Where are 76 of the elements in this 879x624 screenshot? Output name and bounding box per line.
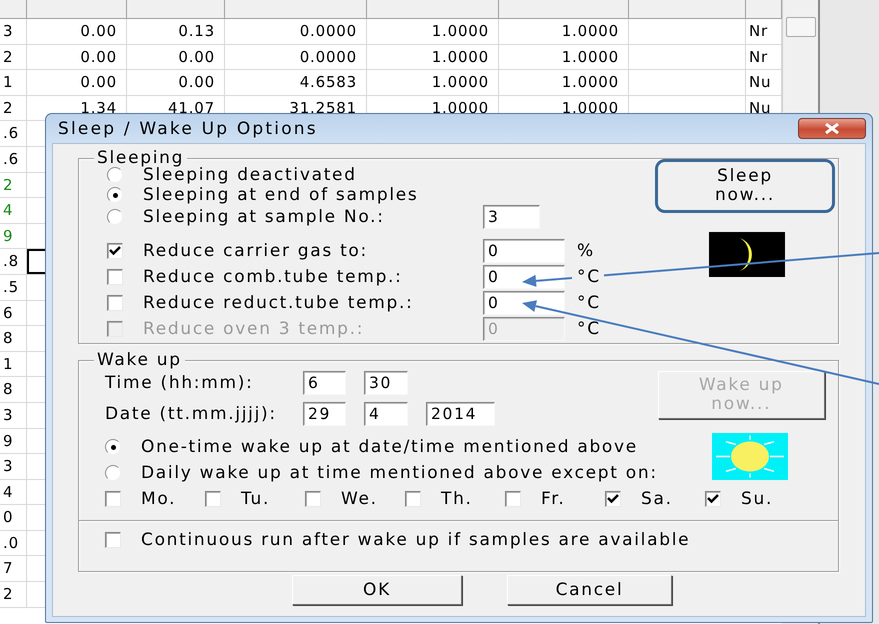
input-field[interactable]: 2014 xyxy=(426,402,495,426)
input-field[interactable]: 3 xyxy=(483,204,540,228)
table-cell: 0.13 xyxy=(127,19,225,44)
option-label: Reduce comb.tube temp.: xyxy=(143,267,403,287)
table-cell: 4.6583 xyxy=(225,70,367,95)
table-cell: 0.0000 xyxy=(225,19,367,44)
action-button[interactable]: Sleep now... xyxy=(655,159,835,213)
table-cell: 2 xyxy=(0,582,27,607)
day-label: Th. xyxy=(441,489,473,509)
table-cell: 0.00 xyxy=(27,19,127,44)
option-label: Sleeping deactivated xyxy=(143,165,357,185)
table-cell: 1 xyxy=(0,70,27,95)
day-label: Mo. xyxy=(141,489,176,509)
field-label: Time (hh:mm): xyxy=(105,373,254,393)
table-cell: 3 xyxy=(0,402,27,428)
group-label: Wake up xyxy=(94,352,185,368)
table-cell: 1.0000 xyxy=(367,44,499,70)
table-cell: 3 xyxy=(0,454,27,479)
table-cell: 4 xyxy=(0,198,27,223)
input-field[interactable]: 6 xyxy=(303,371,346,395)
table-cell: 0 xyxy=(0,505,27,530)
option-label: Sleeping at end of samples xyxy=(143,185,418,205)
table-cell: 1.0000 xyxy=(499,44,629,70)
input-field[interactable]: 30 xyxy=(364,371,408,395)
day-label: We. xyxy=(341,489,378,509)
input-field[interactable]: 0 xyxy=(483,265,565,289)
table-cell: 6 xyxy=(0,300,27,326)
table-cell: .5 xyxy=(0,274,27,300)
group-label: Sleeping xyxy=(94,150,188,166)
option-label: Sleeping at sample No.: xyxy=(143,206,385,226)
day-label: Sa. xyxy=(641,489,673,509)
table-cell: 7 xyxy=(0,556,27,582)
option-label: Reduce reduct.tube temp.: xyxy=(143,293,414,313)
day-label: Tu. xyxy=(241,489,270,509)
table-cell: 3 xyxy=(0,19,27,44)
table-cell: 1.0000 xyxy=(499,19,629,44)
table-cell: 2 xyxy=(0,172,27,198)
option-label: One-time wake up at date/time mentioned above xyxy=(141,437,638,457)
table-cell: .6 xyxy=(0,146,27,172)
table-cell: 0.00 xyxy=(27,44,127,70)
window-title: Sleep / Wake Up Options xyxy=(58,118,318,138)
table-cell: 1 xyxy=(0,352,27,376)
table-cell: 9 xyxy=(0,224,27,248)
table-cell: .0 xyxy=(0,530,27,556)
unit-label: °C xyxy=(577,319,601,339)
table-cell: 8 xyxy=(0,326,27,351)
table-cell: 4 xyxy=(0,480,27,504)
table-cell: 8 xyxy=(0,377,27,402)
unit-label: °C xyxy=(577,267,601,287)
dialog-button[interactable]: OK xyxy=(292,575,462,605)
table-cell: .8 xyxy=(0,249,27,274)
dialog-button[interactable]: Cancel xyxy=(507,575,672,605)
option-label: Continuous run after wake up if samples are available xyxy=(141,530,690,550)
table-cell: 0.00 xyxy=(127,70,225,95)
table-cell: 2 xyxy=(0,44,27,70)
input-field[interactable]: 0 xyxy=(483,239,565,263)
table-cell: 1.0000 xyxy=(499,70,629,95)
input-field[interactable]: 29 xyxy=(303,402,346,426)
option-label: Reduce carrier gas to: xyxy=(143,241,368,261)
unit-label: % xyxy=(577,241,595,261)
input-field[interactable]: 4 xyxy=(364,402,408,426)
table-cell: 1.0000 xyxy=(367,70,499,95)
unit-label: °C xyxy=(577,293,601,313)
table-cell: 9 xyxy=(0,428,27,454)
table-cell: 0.00 xyxy=(27,70,127,95)
table-cell: 0.00 xyxy=(127,44,225,70)
option-label: Reduce oven 3 temp.: xyxy=(143,319,364,339)
day-label: Fr. xyxy=(541,489,566,509)
day-label: Su. xyxy=(741,489,774,509)
option-label: Daily wake up at time mentioned above except on: xyxy=(141,463,658,483)
table-cell: 2 xyxy=(0,96,27,120)
table-cell: 1.0000 xyxy=(367,19,499,44)
input-field[interactable]: 0 xyxy=(483,291,565,315)
field-label: Date (tt.mm.jjjj): xyxy=(105,404,278,424)
table-cell: .6 xyxy=(0,121,27,146)
table-cell: 0.0000 xyxy=(225,44,367,70)
